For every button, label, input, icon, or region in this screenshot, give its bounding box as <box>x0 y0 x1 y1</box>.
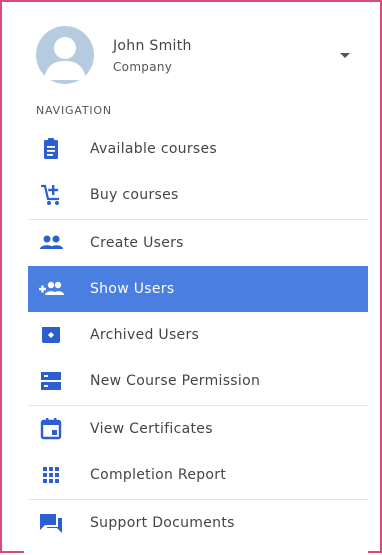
calendar-icon <box>38 417 64 441</box>
chevron-down-icon[interactable] <box>336 46 354 64</box>
nav-item-label: Buy courses <box>90 187 179 203</box>
nav-item-label: Completion Report <box>90 467 227 483</box>
nav-item-label: Available courses <box>90 141 218 157</box>
nav-item-label: Create Users <box>90 235 184 251</box>
grid-icon <box>38 463 64 487</box>
users-icon <box>38 231 64 255</box>
archive-icon <box>38 323 64 347</box>
nav-item-new-course-permission[interactable]: New Course Permission <box>28 358 368 404</box>
avatar[interactable] <box>36 26 94 84</box>
nav-item-label: View Certificates <box>90 421 213 437</box>
nav-item-show-users[interactable]: Show Users <box>28 266 368 312</box>
nav-item-view-certificates[interactable]: View Certificates <box>28 406 368 452</box>
nav-item-completion-report[interactable]: Completion Report <box>28 452 368 498</box>
nav-heading: NAVIGATION <box>36 104 112 117</box>
nav-item-label: Show Users <box>90 281 175 297</box>
nav-item-available-courses[interactable]: Available courses <box>28 126 368 172</box>
app-frame: John Smith Company NAVIGATION Available … <box>0 0 382 555</box>
user-profile[interactable]: John Smith Company <box>24 16 368 88</box>
clipboard-icon <box>38 137 64 161</box>
nav-item-label: Archived Users <box>90 327 200 343</box>
user-company: Company <box>113 60 173 74</box>
nav-item-label: New Course Permission <box>90 373 261 389</box>
chat-icon <box>38 511 64 535</box>
list-icon <box>38 369 64 393</box>
cart-plus-icon <box>38 183 64 207</box>
nav-item-buy-courses[interactable]: Buy courses <box>28 172 368 218</box>
nav-item-support-documents[interactable]: Support Documents <box>28 500 368 546</box>
nav-item-archived-users[interactable]: Archived Users <box>28 312 368 358</box>
add-users-icon <box>38 277 64 301</box>
user-silhouette-icon <box>44 37 86 80</box>
user-name: John Smith <box>113 38 192 54</box>
nav-item-create-users[interactable]: Create Users <box>28 220 368 266</box>
nav-item-label: Support Documents <box>90 515 235 531</box>
sidebar: John Smith Company NAVIGATION Available … <box>24 16 368 555</box>
